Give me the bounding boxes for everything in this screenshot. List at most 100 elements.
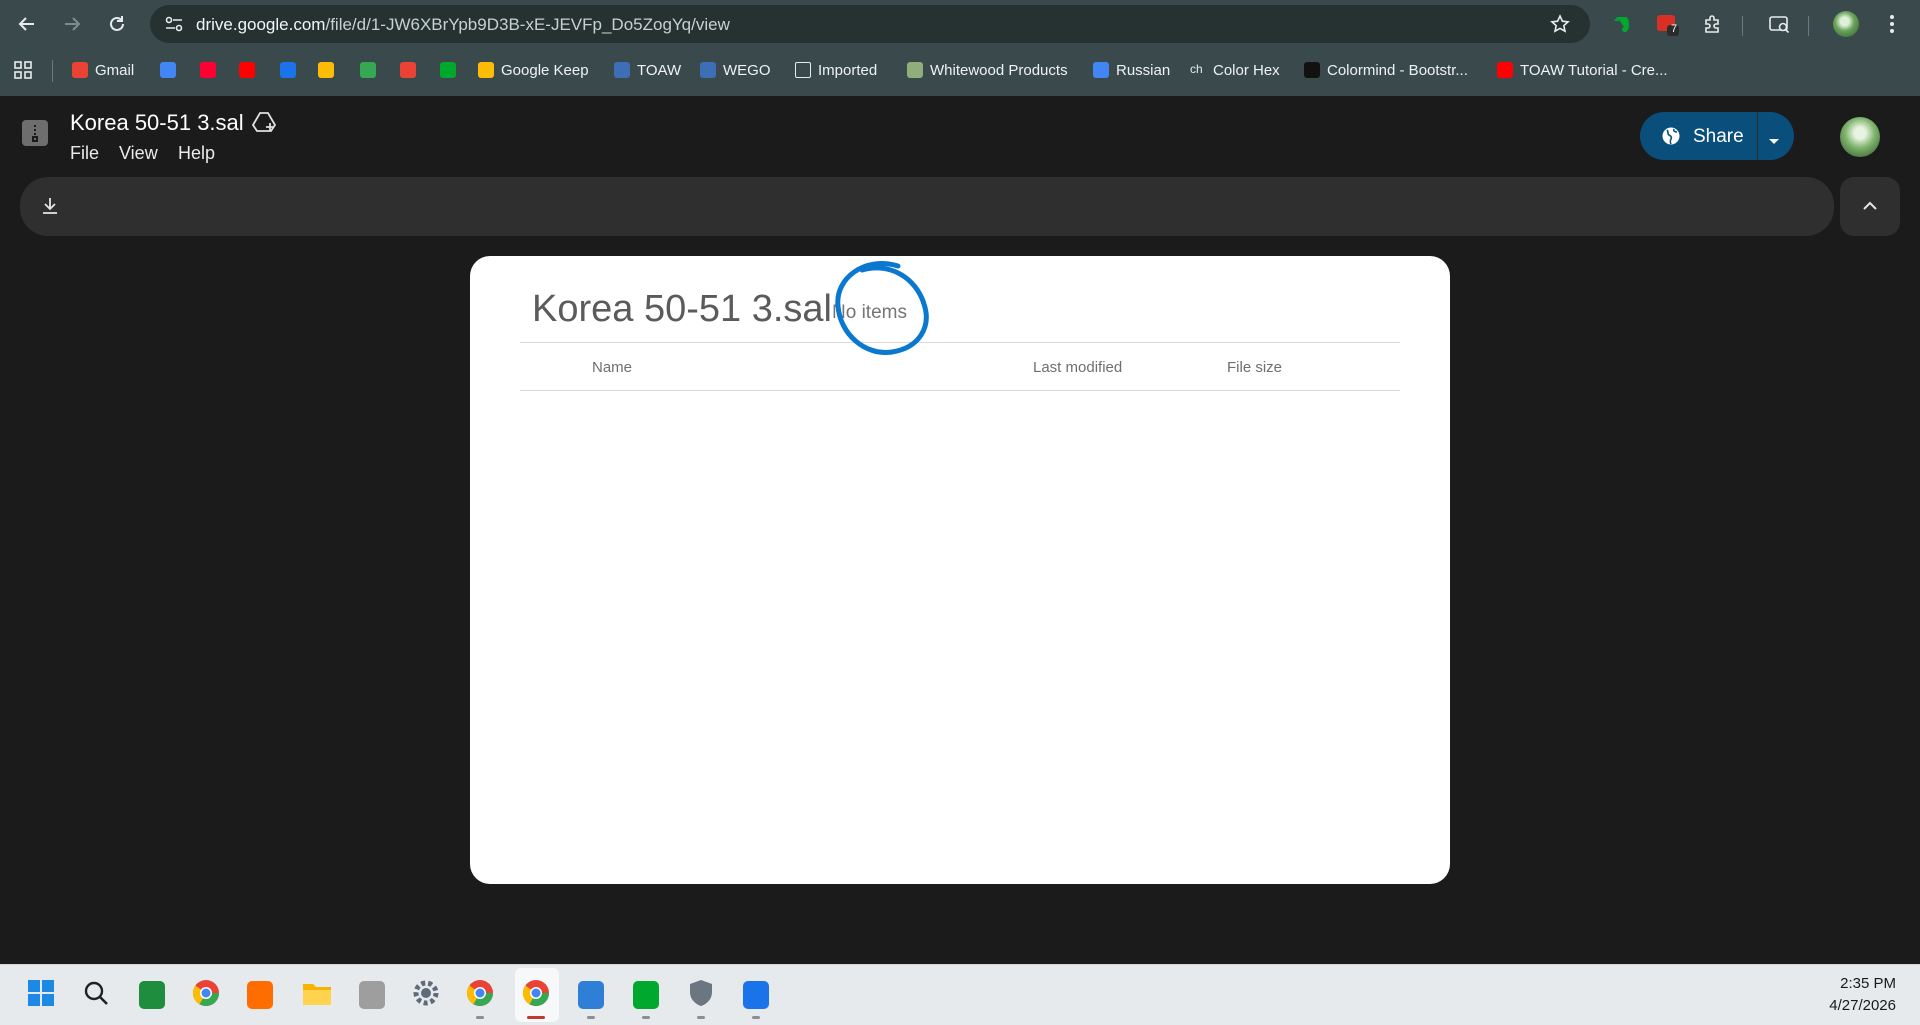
menu-view[interactable]: View bbox=[119, 143, 158, 164]
bookmark-label: Gmail bbox=[95, 61, 135, 79]
folder-icon bbox=[795, 62, 811, 78]
security-icon-glyph bbox=[688, 979, 714, 1012]
bookmark-calendar[interactable] bbox=[160, 58, 176, 82]
sheets-icon-glyph bbox=[139, 981, 165, 1009]
bookmark-label: Google Keep bbox=[501, 61, 589, 79]
column-last-modified[interactable]: Last modified bbox=[1033, 359, 1122, 376]
back-icon[interactable] bbox=[11, 8, 43, 40]
file-title-text: Korea 50-51 3.sal bbox=[70, 110, 244, 135]
menu-file[interactable]: File bbox=[70, 143, 99, 164]
evernote-icon-glyph bbox=[633, 981, 659, 1009]
file-explorer-icon[interactable] bbox=[298, 976, 336, 1014]
clock-time[interactable]: 2:35 PM bbox=[1830, 975, 1896, 992]
running-indicator bbox=[476, 1016, 484, 1019]
keep-icon bbox=[478, 62, 494, 78]
bookmark-music[interactable] bbox=[200, 58, 216, 82]
column-file-size[interactable]: File size bbox=[1227, 359, 1282, 376]
sheets-icon[interactable] bbox=[133, 976, 171, 1014]
toaw-icon bbox=[614, 62, 630, 78]
bookmark-drive[interactable] bbox=[318, 58, 334, 82]
start-icon[interactable] bbox=[22, 976, 60, 1014]
maps-icon bbox=[360, 62, 376, 78]
bookmark-star-icon[interactable] bbox=[1550, 14, 1570, 39]
app-icon[interactable] bbox=[353, 976, 391, 1014]
settings-icon-glyph bbox=[412, 979, 440, 1012]
clock-date[interactable]: 4/27/2026 bbox=[1810, 997, 1896, 1014]
bookmark-google-keep[interactable]: Google Keep bbox=[478, 58, 589, 82]
bookmark-maps[interactable] bbox=[360, 58, 376, 82]
running-indicator bbox=[527, 1016, 545, 1019]
profile-avatar[interactable] bbox=[1830, 8, 1862, 40]
file-title: Korea 50-51 3.sal bbox=[70, 110, 277, 136]
photos-icon-glyph bbox=[743, 981, 769, 1009]
apps-grid-icon[interactable] bbox=[14, 58, 32, 82]
bookmark-colormind-bootstr[interactable]: Colormind - Bootstr... bbox=[1304, 58, 1468, 82]
file-explorer-icon-glyph bbox=[302, 980, 332, 1011]
firefox-icon[interactable] bbox=[241, 976, 279, 1014]
toolbar-divider bbox=[1808, 16, 1809, 36]
collapse-toolbar-button[interactable] bbox=[1840, 177, 1900, 236]
reload-icon[interactable] bbox=[101, 8, 133, 40]
bookmark-evernote[interactable] bbox=[440, 58, 456, 82]
app-icon-glyph bbox=[359, 981, 385, 1009]
chrome-icon-glyph bbox=[191, 978, 221, 1013]
tab-search-icon[interactable] bbox=[1764, 8, 1796, 40]
bookmark-label: TOAW bbox=[637, 61, 682, 79]
column-name[interactable]: Name bbox=[592, 359, 632, 376]
bookmark-label: Whitewood Products bbox=[930, 61, 1068, 79]
photos-icon[interactable] bbox=[737, 976, 775, 1014]
search-icon[interactable] bbox=[77, 976, 115, 1014]
notepad-icon[interactable] bbox=[572, 976, 610, 1014]
bookmarks-divider bbox=[52, 60, 53, 82]
running-indicator bbox=[642, 1016, 650, 1019]
calendar-icon bbox=[160, 62, 176, 78]
evernote-icon[interactable] bbox=[627, 976, 665, 1014]
firefox-icon-glyph bbox=[247, 981, 273, 1009]
archive-preview-card: Korea 50-51 3.sal No items Name Last mod… bbox=[470, 256, 1450, 884]
add-shortcut-drive-icon[interactable] bbox=[251, 110, 278, 140]
youtube-icon bbox=[239, 62, 255, 78]
bookmark-whitewood-products[interactable]: Whitewood Products bbox=[907, 58, 1068, 82]
share-dropdown-icon[interactable] bbox=[1768, 133, 1780, 151]
running-indicator bbox=[587, 1016, 595, 1019]
site-info-icon[interactable] bbox=[164, 15, 184, 38]
extensions-puzzle-icon[interactable] bbox=[1697, 8, 1729, 40]
os-taskbar: 2:35 PM 4/27/2026 bbox=[0, 964, 1920, 1025]
colorhex-icon: ch bbox=[1190, 62, 1203, 76]
url-text[interactable]: drive.google.com/file/d/1-JW6XBrYpb9D3B-… bbox=[196, 15, 730, 35]
chrome-icon[interactable] bbox=[187, 976, 225, 1014]
share-button[interactable]: Share bbox=[1640, 112, 1794, 160]
security-icon[interactable] bbox=[682, 976, 720, 1014]
globe-icon bbox=[1661, 126, 1681, 151]
bookmark-toaw[interactable]: TOAW bbox=[614, 58, 681, 82]
bookmark-color-hex[interactable]: ch Color Hex bbox=[1190, 58, 1280, 82]
bookmark-imported[interactable]: Imported bbox=[795, 58, 877, 82]
bookmark-russian[interactable]: Russian bbox=[1093, 58, 1170, 82]
bookmark-youtube[interactable] bbox=[239, 58, 255, 82]
menu-help[interactable]: Help bbox=[178, 143, 215, 164]
person-icon bbox=[280, 62, 296, 78]
bookmark-label: WEGO bbox=[723, 61, 771, 79]
bookmarks-bar: Gmail Google Keep TOAW WEGO Imported Whitewoo… bbox=[0, 50, 1920, 90]
evernote-extension-icon[interactable] bbox=[1606, 8, 1638, 40]
chrome-profile-icon[interactable] bbox=[461, 976, 499, 1014]
chrome-icon[interactable] bbox=[517, 976, 555, 1014]
account-avatar[interactable] bbox=[1840, 117, 1880, 157]
bookmark-person[interactable] bbox=[280, 58, 296, 82]
music-icon bbox=[200, 62, 216, 78]
forward-icon[interactable] bbox=[56, 8, 88, 40]
drive-icon bbox=[318, 62, 334, 78]
browser-chrome: drive.google.com/file/d/1-JW6XBrYpb9D3B-… bbox=[0, 0, 1920, 96]
download-icon[interactable] bbox=[40, 196, 60, 221]
address-bar[interactable]: drive.google.com/file/d/1-JW6XBrYpb9D3B-… bbox=[150, 5, 1590, 43]
bookmark-toaw-tutorial-cre[interactable]: TOAW Tutorial - Cre... bbox=[1497, 58, 1668, 82]
bookmark-photos[interactable] bbox=[400, 58, 416, 82]
browser-menu-icon[interactable] bbox=[1876, 8, 1908, 40]
bookmark-wego[interactable]: WEGO bbox=[700, 58, 771, 82]
settings-icon[interactable] bbox=[407, 976, 445, 1014]
start-icon-glyph bbox=[27, 979, 55, 1012]
extension-badge-icon[interactable]: 7 bbox=[1651, 8, 1683, 40]
bookmark-gmail[interactable]: Gmail bbox=[72, 58, 134, 82]
header-divider bbox=[520, 342, 1400, 343]
columns-divider bbox=[520, 390, 1400, 391]
